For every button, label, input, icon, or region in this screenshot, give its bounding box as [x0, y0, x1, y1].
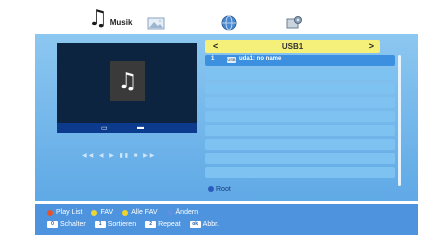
color-key-row: Play List FAV Alle FAV Ändern: [47, 209, 207, 216]
file-list: < USB1 > 1 USB uda1: no name Root: [205, 38, 405, 193]
chevron-right-icon[interactable]: >: [369, 40, 374, 53]
music-note-icon: ♫: [117, 68, 138, 94]
list-item[interactable]: 1 USB uda1: no name: [205, 55, 395, 66]
blue-button-icon: [166, 209, 173, 216]
music-note-icon: ♫: [88, 6, 108, 31]
source-label: USB1: [281, 42, 304, 51]
key-2-icon: 2: [145, 221, 157, 228]
stop-icon[interactable]: ■: [134, 153, 140, 159]
globe-icon: [221, 15, 237, 31]
tab-settings[interactable]: [285, 9, 303, 31]
preview-box: ♫: [57, 43, 197, 131]
list-item[interactable]: [205, 125, 395, 136]
yellow-button-icon: [122, 209, 129, 216]
file-rows: 1 USB uda1: no name: [205, 55, 395, 181]
help-label: Play List: [56, 209, 83, 216]
red-button-icon: [47, 209, 53, 216]
top-navigation: ♫ Musik: [0, 0, 433, 34]
tab-music[interactable]: ♫ Musik: [88, 8, 132, 30]
photo-icon: [147, 17, 165, 30]
key-ok-icon: ok: [189, 221, 201, 228]
tab-music-label: Musik: [109, 18, 133, 27]
pause-icon[interactable]: ▮▮: [120, 153, 131, 159]
help-cancel[interactable]: ok Abbr.: [189, 221, 220, 228]
root-label: Root: [216, 186, 231, 193]
rewind-icon[interactable]: ◀◀: [82, 153, 95, 159]
tab-photo[interactable]: [145, 10, 167, 32]
monitor-icon: ▭: [101, 125, 108, 132]
help-label: Alle FAV: [131, 209, 158, 216]
help-fav[interactable]: FAV: [91, 209, 113, 216]
preview-info-bar: ▭ ▬: [57, 123, 197, 133]
root-icon: [208, 186, 214, 193]
list-item[interactable]: [205, 167, 395, 178]
help-playlist[interactable]: Play List: [47, 209, 82, 216]
help-sort[interactable]: 1 Sortieren: [94, 221, 137, 228]
help-label: Repeat: [158, 221, 181, 228]
help-all-fav[interactable]: Alle FAV: [122, 209, 158, 216]
main-panel: ♫ ▭ ▬ ◀◀ ◀ ▶ ▮▮ ■ ▶▶ < USB1 > 1 USB uda1…: [35, 34, 418, 201]
drive-icon: USB: [227, 57, 236, 63]
list-item[interactable]: [205, 139, 395, 150]
source-selector[interactable]: < USB1 >: [205, 40, 380, 53]
scrollbar[interactable]: [398, 55, 401, 186]
settings-icon: [286, 16, 302, 29]
cover-art: ♫: [110, 61, 145, 101]
list-item[interactable]: [205, 83, 395, 94]
monitor-icon: ▬: [137, 124, 144, 131]
list-item[interactable]: [205, 97, 395, 108]
yellow-button-icon: [91, 209, 98, 216]
list-item[interactable]: [205, 69, 395, 80]
key-0-icon: 0: [47, 221, 58, 228]
help-label: Abbr.: [202, 221, 220, 228]
help-change[interactable]: Ändern: [166, 209, 199, 216]
help-repeat[interactable]: 2 Repeat: [145, 221, 181, 228]
list-item[interactable]: [205, 153, 395, 164]
playback-controls: ◀◀ ◀ ▶ ▮▮ ■ ▶▶: [82, 152, 182, 161]
play-icon[interactable]: ▶: [109, 153, 116, 159]
number-key-row: 0 Schalter 1 Sortieren 2 Repeat ok Abbr.: [47, 221, 228, 228]
list-item-label: uda1: no name: [239, 56, 282, 62]
help-switch[interactable]: 0 Schalter: [47, 221, 86, 228]
tab-web[interactable]: [221, 9, 237, 31]
forward-icon[interactable]: ▶▶: [143, 153, 156, 159]
list-item-number: 1: [211, 56, 215, 62]
help-label: Sortieren: [107, 221, 137, 228]
key-1-icon: 1: [94, 221, 106, 228]
help-bar: Play List FAV Alle FAV Ändern 0 Schalter…: [35, 204, 418, 235]
help-label: Schalter: [60, 221, 86, 228]
root-indicator[interactable]: Root: [208, 186, 231, 193]
help-label: FAV: [100, 209, 114, 216]
help-label: Ändern: [175, 209, 199, 216]
media-player-screen: ♫ Musik ♫ ▭ ▬ ◀◀ ◀ ▶ ▮▮ ■ ▶▶ < USB1 > 1 …: [0, 0, 433, 241]
prev-icon[interactable]: ◀: [99, 153, 106, 159]
list-item[interactable]: [205, 111, 395, 122]
